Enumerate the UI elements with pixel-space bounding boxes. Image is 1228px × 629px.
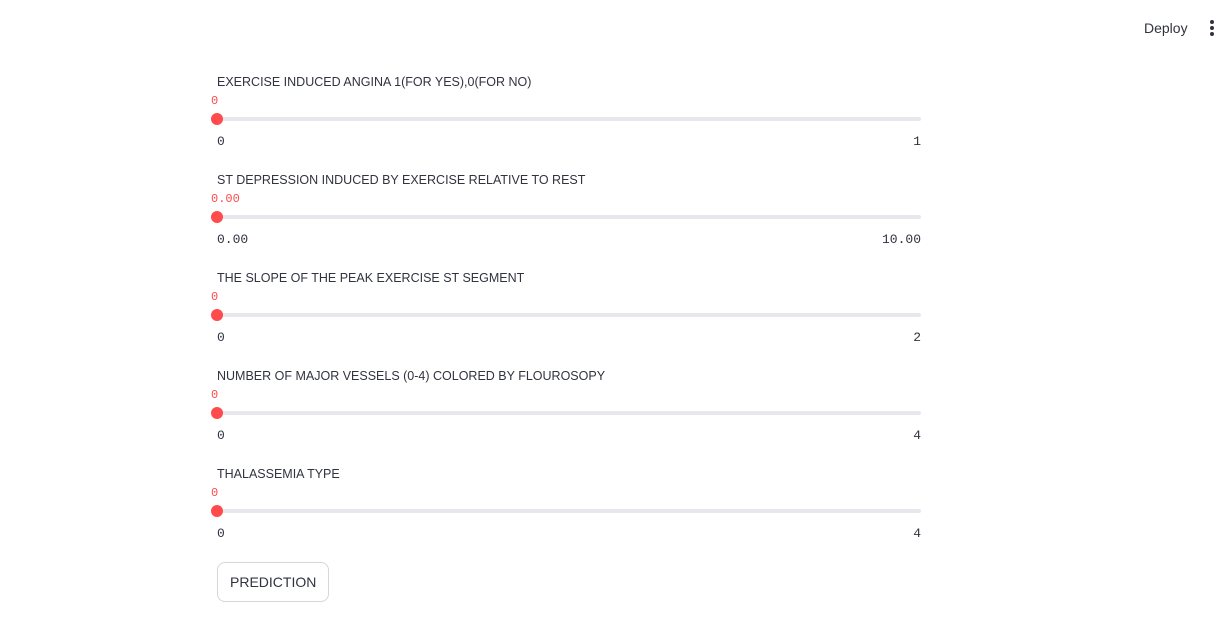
slider-st-depression: ST DEPRESSION INDUCED BY EXERCISE RELATI… xyxy=(211,172,921,270)
menu-dot xyxy=(1210,26,1214,30)
slider-min-value: 0.00 xyxy=(217,232,249,247)
slider-max-value: 2 xyxy=(913,330,921,345)
slider-min-value: 0 xyxy=(217,134,225,149)
slider-major-vessels: NUMBER OF MAJOR VESSELS (0-4) COLORED BY… xyxy=(211,368,921,466)
slider-track[interactable] xyxy=(217,313,921,317)
menu-dot xyxy=(1210,32,1214,36)
slider-max-value: 10.00 xyxy=(881,232,921,247)
slider-max-value: 4 xyxy=(913,526,921,541)
slider-track[interactable] xyxy=(217,509,921,513)
slider-current-value: 0.00 xyxy=(211,192,240,206)
slider-track[interactable] xyxy=(217,411,921,415)
slider-current-value: 0 xyxy=(211,94,219,108)
slider-st-slope: THE SLOPE OF THE PEAK EXERCISE ST SEGMEN… xyxy=(211,270,921,368)
slider-min-value: 0 xyxy=(217,428,225,443)
app-header: Deploy xyxy=(0,0,1228,56)
slider-thumb[interactable] xyxy=(211,309,223,321)
slider-label: THALASSEMIA TYPE xyxy=(217,467,340,481)
deploy-button[interactable]: Deploy xyxy=(1134,18,1198,38)
menu-dot xyxy=(1210,20,1214,24)
prediction-button[interactable]: PREDICTION xyxy=(217,562,330,602)
slider-max-value: 1 xyxy=(913,134,921,149)
vertical-ellipsis-icon[interactable] xyxy=(1204,16,1220,40)
slider-thumb[interactable] xyxy=(211,505,223,517)
slider-thumb[interactable] xyxy=(211,407,223,419)
slider-min-value: 0 xyxy=(217,330,225,345)
slider-current-value: 0 xyxy=(211,388,219,402)
slider-thalassemia: THALASSEMIA TYPE 0 0 4 xyxy=(211,466,921,564)
slider-current-value: 0 xyxy=(211,290,219,304)
slider-label: ST DEPRESSION INDUCED BY EXERCISE RELATI… xyxy=(217,173,586,187)
slider-track[interactable] xyxy=(217,117,921,121)
slider-min-value: 0 xyxy=(217,526,225,541)
main-content: EXERCISE INDUCED ANGINA 1(FOR YES),0(FOR… xyxy=(211,74,921,564)
slider-thumb[interactable] xyxy=(211,211,223,223)
slider-exercise-angina: EXERCISE INDUCED ANGINA 1(FOR YES),0(FOR… xyxy=(211,74,921,172)
slider-track[interactable] xyxy=(217,215,921,219)
slider-thumb[interactable] xyxy=(211,113,223,125)
slider-label: THE SLOPE OF THE PEAK EXERCISE ST SEGMEN… xyxy=(217,271,525,285)
slider-current-value: 0 xyxy=(211,486,219,500)
slider-label: NUMBER OF MAJOR VESSELS (0-4) COLORED BY… xyxy=(217,369,606,383)
slider-label: EXERCISE INDUCED ANGINA 1(FOR YES),0(FOR… xyxy=(217,75,532,89)
slider-max-value: 4 xyxy=(913,428,921,443)
